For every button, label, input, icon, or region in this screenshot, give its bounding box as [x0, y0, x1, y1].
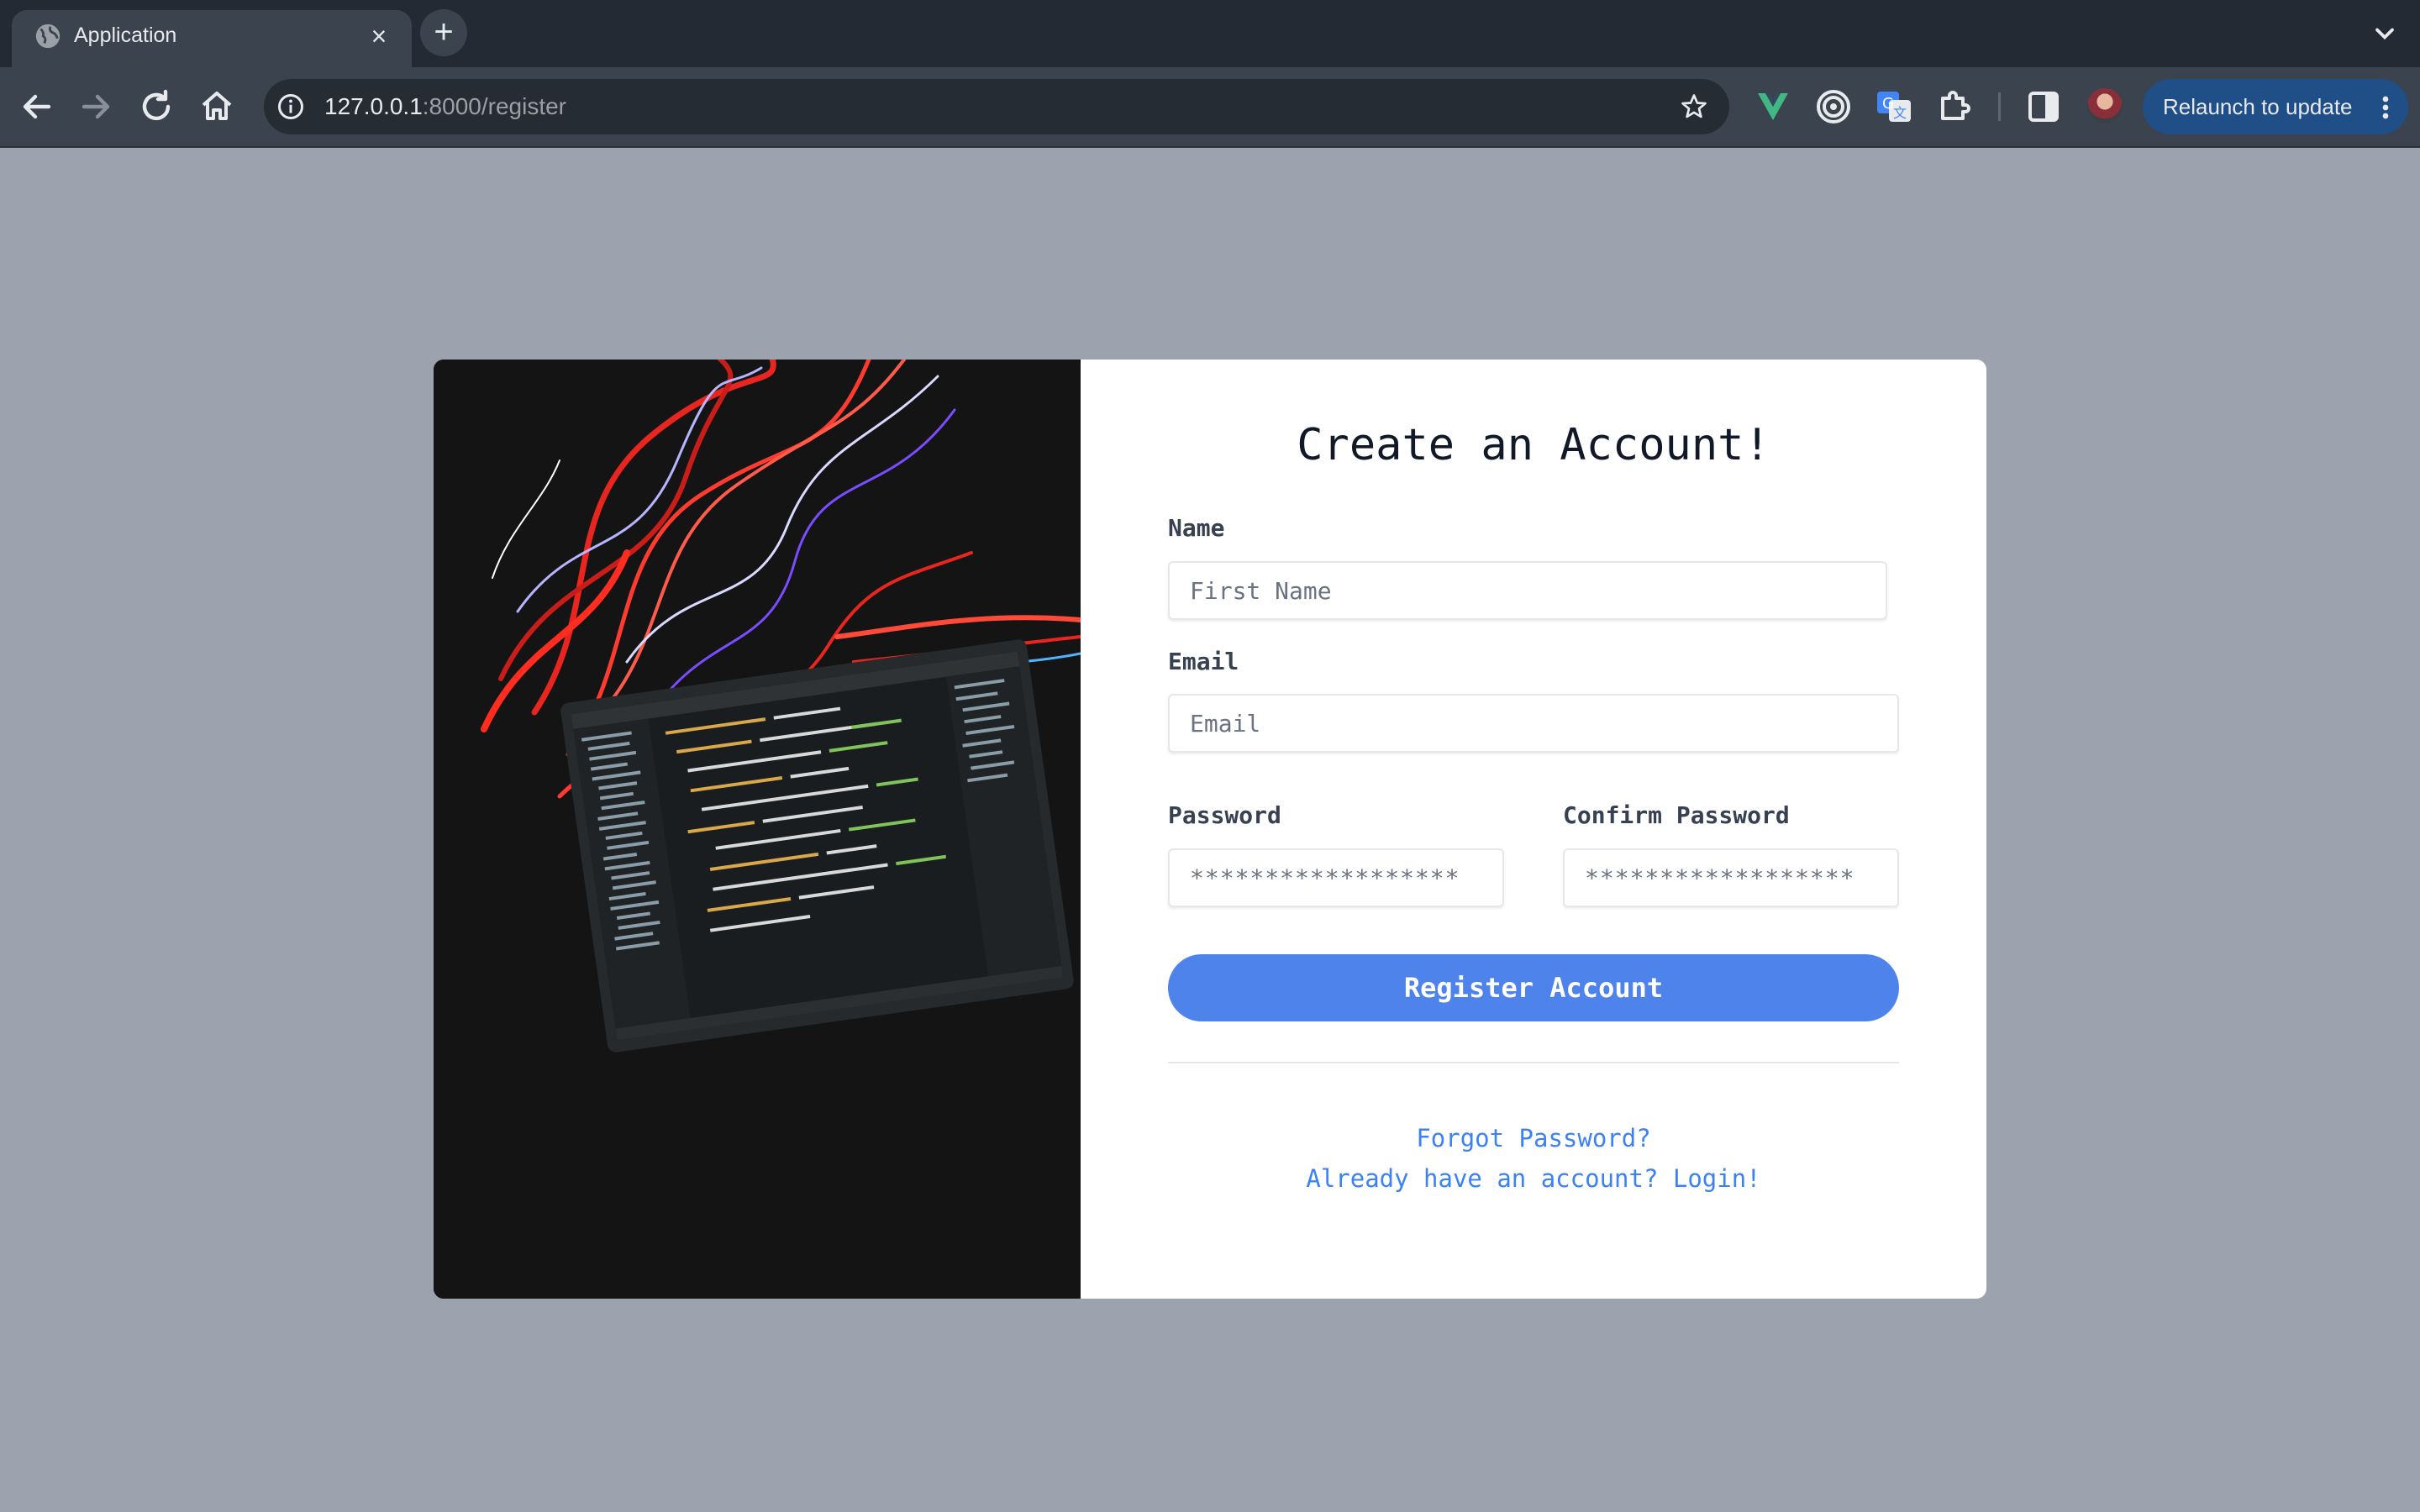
profile-avatar[interactable] — [2087, 88, 2123, 123]
laptop-code-illustration — [434, 360, 1081, 1299]
star-icon[interactable] — [1679, 92, 1709, 122]
chevron-down-icon[interactable] — [2370, 18, 2400, 49]
svg-text:G: G — [1882, 95, 1894, 113]
register-account-button[interactable]: Register Account — [1168, 954, 1899, 1021]
browser-tab[interactable]: Application × — [12, 10, 412, 67]
confirm-password-input[interactable] — [1563, 848, 1899, 907]
browser-tab-strip: Application × + — [0, 0, 2420, 67]
close-icon[interactable]: × — [365, 22, 393, 50]
name-input[interactable] — [1168, 561, 1887, 620]
forward-arrow-icon[interactable] — [76, 87, 116, 127]
divider — [1168, 1062, 1899, 1063]
new-tab-button[interactable]: + — [420, 9, 467, 56]
relaunch-to-update-button[interactable]: Relaunch to update — [2143, 79, 2408, 134]
toolbar-separator — [1998, 92, 2001, 121]
address-bar[interactable]: 127.0.0.1:8000/register — [264, 79, 1729, 134]
extensions-puzzle-icon[interactable] — [1934, 87, 1975, 127]
vue-devtools-icon[interactable] — [1753, 87, 1793, 127]
browser-toolbar: 127.0.0.1:8000/register G 文 Relaunch to … — [0, 67, 2420, 148]
hero-image — [434, 360, 1081, 1299]
password-input[interactable] — [1168, 848, 1504, 907]
target-extension-icon[interactable] — [1813, 87, 1854, 127]
address-url: 127.0.0.1:8000/register — [324, 93, 566, 119]
tab-title: Application — [74, 24, 177, 47]
register-card: Create an Account! Name Email Password C… — [434, 360, 1986, 1299]
confirm-password-label: Confirm Password — [1563, 801, 1790, 829]
email-input[interactable] — [1168, 694, 1899, 753]
register-form: Create an Account! Name Email Password C… — [1081, 360, 1986, 1299]
home-icon[interactable] — [197, 87, 237, 127]
name-label: Name — [1168, 514, 1225, 542]
side-panel-icon[interactable] — [2023, 87, 2064, 127]
svg-text:文: 文 — [1893, 105, 1907, 121]
reload-icon[interactable] — [136, 87, 176, 127]
info-icon[interactable] — [276, 92, 306, 122]
back-arrow-icon[interactable] — [17, 87, 57, 127]
forgot-password-link[interactable]: Forgot Password? — [1081, 1124, 1986, 1152]
translate-icon[interactable]: G 文 — [1874, 87, 1914, 127]
page-title: Create an Account! — [1297, 420, 1770, 470]
email-label: Email — [1168, 648, 1239, 675]
more-options-icon[interactable] — [2381, 95, 2390, 120]
password-label: Password — [1168, 801, 1281, 829]
globe-icon — [35, 24, 60, 49]
login-link[interactable]: Already have an account? Login! — [1081, 1164, 1986, 1193]
